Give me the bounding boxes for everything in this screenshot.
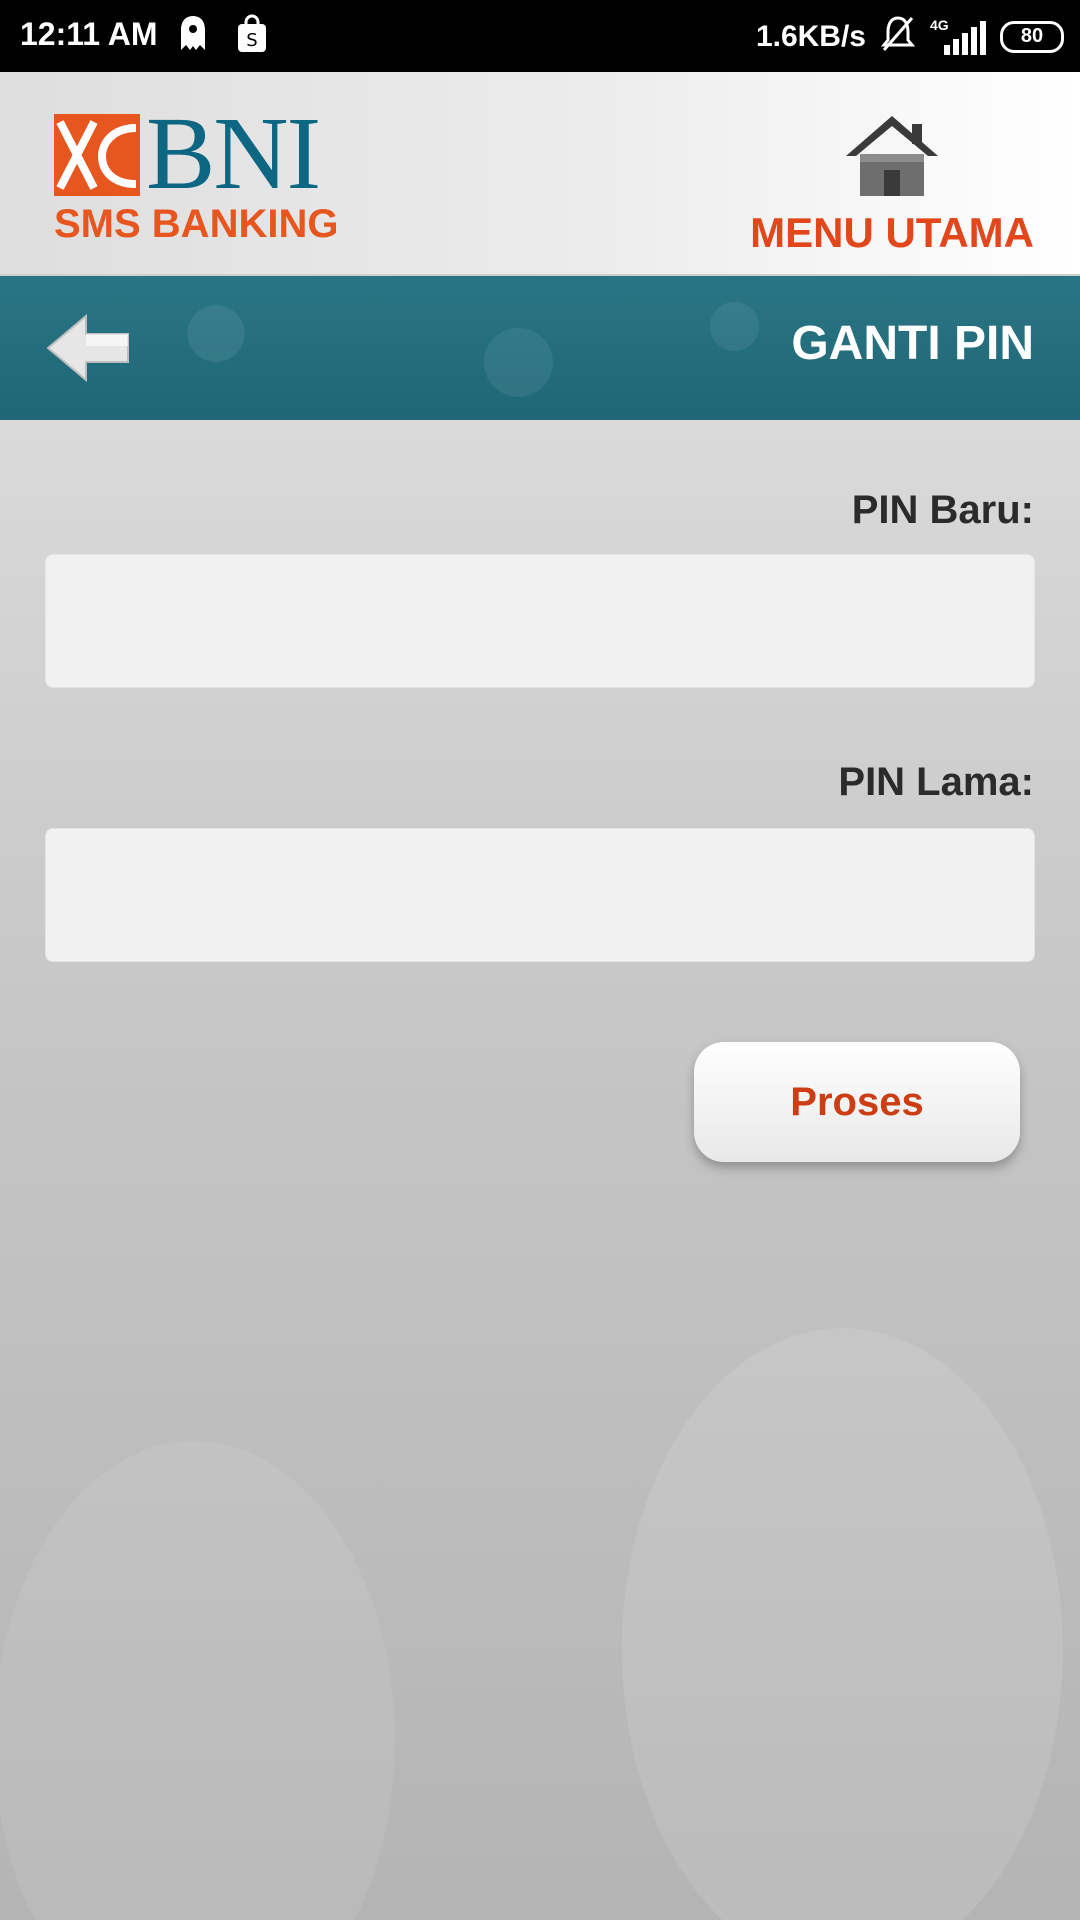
old-pin-label: PIN Lama: [838, 760, 1034, 804]
brand-name: BNI [146, 96, 321, 211]
page-title: GANTI PIN [791, 317, 1034, 370]
battery-icon: 80 [1000, 20, 1064, 53]
proses-button[interactable]: Proses [694, 1042, 1020, 1162]
shopping-bag-icon: S [236, 14, 268, 59]
status-time: 12:11 AM [20, 16, 158, 52]
new-pin-input[interactable] [45, 554, 1035, 688]
back-arrow-icon [44, 313, 134, 390]
form-content: PIN Baru: PIN Lama: Proses [0, 420, 1080, 1920]
bni-logo: BNI SMS BANKING [54, 96, 339, 247]
brand-subtitle: SMS BANKING [54, 202, 339, 246]
bni-brand-row: BNI [54, 96, 338, 211]
status-bar: 12:11 AM S 1.6KB/s 4G 80 [0, 0, 1080, 72]
signal-icon: 4G [930, 17, 986, 57]
title-bar: GANTI PIN [0, 276, 1080, 420]
status-right: 1.6KB/s 4G 80 [756, 14, 1064, 59]
bell-muted-icon [880, 14, 916, 59]
svg-text:S: S [246, 30, 257, 51]
status-left-icons: S [178, 14, 268, 59]
new-pin-label: PIN Baru: [851, 488, 1034, 532]
home-icon [842, 116, 942, 202]
menu-utama-label: MENU UTAMA [750, 209, 1034, 256]
network-speed: 1.6KB/s [755, 19, 866, 53]
old-pin-input[interactable] [45, 828, 1035, 962]
menu-utama-button[interactable]: MENU UTAMA [750, 112, 1034, 257]
back-button[interactable] [44, 310, 134, 386]
ghost-notification-icon [178, 14, 208, 59]
bni-mark-icon [54, 114, 140, 196]
app-header: BNI SMS BANKING MENU UTAMA [0, 72, 1080, 276]
